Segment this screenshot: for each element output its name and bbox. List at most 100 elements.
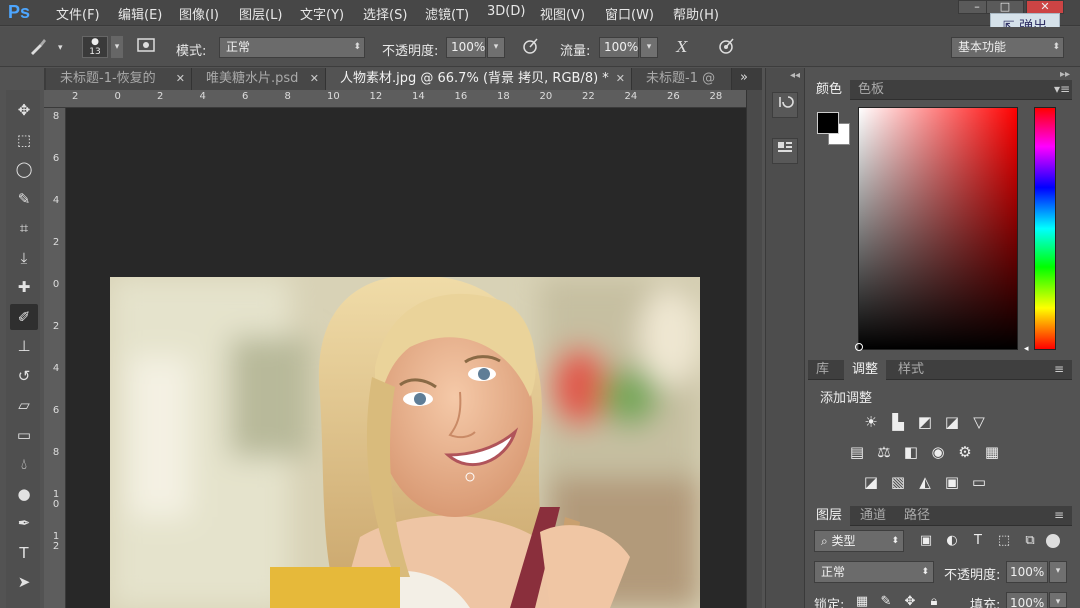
expand-panels-icon[interactable]: ▸▸ [1060,69,1070,80]
tab-styles[interactable]: 样式 [890,360,932,380]
filter-type-icon[interactable]: T [968,531,988,551]
menu-edit[interactable]: 编辑(E) [118,4,162,23]
portrait-photo[interactable] [110,277,700,608]
dodge-tool-icon[interactable]: ● [10,481,38,507]
menu-filter[interactable]: 滤镜(T) [425,4,469,23]
vibrance-icon[interactable]: ▽ [968,411,990,433]
tab-overflow-icon[interactable]: » [740,70,748,85]
menu-type[interactable]: 文字(Y) [300,4,344,23]
color-balance-icon[interactable]: ⚖ [873,441,895,463]
exposure-icon[interactable]: ◪ [941,411,963,433]
invert-icon[interactable]: ◪ [860,471,882,493]
layer-opacity-dropdown[interactable]: ▾ [1049,561,1067,583]
fill-dropdown[interactable]: ▾ [1049,592,1067,608]
eraser-tool-icon[interactable]: ▱ [10,392,38,418]
panel-menu-icon[interactable]: ≡ [1054,508,1064,522]
crop-tool-icon[interactable]: ⌗ [10,215,38,241]
tab-paths[interactable]: 路径 [896,506,938,526]
clone-stamp-tool-icon[interactable]: ⊥ [10,333,38,359]
menu-help[interactable]: 帮助(H) [673,4,719,23]
flow-input[interactable]: 100% [599,37,639,58]
chevron-down-icon[interactable]: ▾ [58,43,63,53]
color-picker-handle-icon[interactable] [855,343,863,351]
foreground-color-swatch[interactable] [817,112,839,134]
path-select-tool-icon[interactable]: ➤ [10,569,38,595]
tab-active-document[interactable]: 人物素材.jpg @ 66.7% (背景 拷贝, RGB/8) * ✕ [326,68,632,90]
mode-select[interactable]: 正常 ⬍ [219,37,365,58]
gradient-map-icon[interactable]: ▭ [968,471,990,493]
brush-panel-icon[interactable] [134,36,158,58]
filter-smart-object-icon[interactable]: ⧉ [1020,531,1040,551]
opacity-input[interactable]: 100% [446,37,486,58]
lock-all-icon[interactable]: 🔒︎ [924,592,944,608]
menu-view[interactable]: 视图(V) [540,4,585,23]
black-white-icon[interactable]: ◧ [900,441,922,463]
close-icon[interactable]: ✕ [616,68,625,89]
tab-psd-file[interactable]: 唯美糖水片.psd ✕ [192,68,326,90]
airbrush-icon[interactable]: Ⅹ [670,36,694,58]
tab-adjustments[interactable]: 调整 [844,360,887,380]
layer-filter-select[interactable]: ⌕ 类型 ⬍ [814,530,904,552]
layer-opacity-input[interactable]: 100% [1006,561,1048,583]
pen-tool-icon[interactable]: ✒ [10,510,38,536]
tab-channels[interactable]: 通道 [852,506,894,526]
menu-select[interactable]: 选择(S) [363,4,407,23]
tab-layers[interactable]: 图层 [808,506,851,526]
photo-filter-icon[interactable]: ◉ [927,441,949,463]
brush-tool-icon[interactable]: ✐ [10,303,38,330]
vertical-scrollbar[interactable] [746,90,762,608]
marquee-tool-icon[interactable]: ⬚ [10,127,38,153]
eyedropper-tool-icon[interactable]: ⤓ [10,245,38,271]
lock-pixels-icon[interactable]: ✎ [876,592,896,608]
blend-mode-select[interactable]: 正常 ⬍ [814,561,934,583]
history-brush-tool-icon[interactable]: ↺ [10,363,38,389]
fill-input[interactable]: 100% [1006,592,1048,608]
posterize-icon[interactable]: ▧ [887,471,909,493]
brush-size-picker[interactable]: ● 13 [82,36,108,58]
panel-menu-icon[interactable]: ≡ [1054,362,1064,376]
tab-color[interactable]: 颜色 [808,80,851,100]
brush-size-dropdown[interactable]: ▾ [111,36,123,58]
panel-menu-icon[interactable]: ▾≡ [1054,82,1070,96]
tab-untitled-recovered[interactable]: 未标题-1-恢复的 ✕ [46,68,192,90]
menu-window[interactable]: 窗口(W) [605,4,654,23]
hue-saturation-icon[interactable]: ▤ [846,441,868,463]
channel-mixer-icon[interactable]: ⚙ [954,441,976,463]
filter-adjustment-icon[interactable]: ◐ [942,531,962,551]
tab-libraries[interactable]: 库 [808,360,837,380]
filter-shape-icon[interactable]: ⬚ [994,531,1014,551]
filter-pixel-icon[interactable]: ▣ [916,531,936,551]
brush-preset-icon[interactable] [26,36,50,58]
curves-icon[interactable]: ◩ [914,411,936,433]
properties-panel-icon[interactable] [772,138,798,164]
pressure-opacity-icon[interactable] [518,36,542,58]
menu-image[interactable]: 图像(I) [179,4,219,23]
threshold-icon[interactable]: ◭ [914,471,936,493]
color-spectrum-field[interactable] [858,107,1018,350]
pressure-size-icon[interactable] [714,36,738,58]
hue-pointer-icon[interactable]: ◂ [1024,344,1029,354]
brightness-contrast-icon[interactable]: ☀ [860,411,882,433]
tab-swatches[interactable]: 色板 [850,80,892,100]
move-tool-icon[interactable]: ✥ [10,97,38,123]
menu-file[interactable]: 文件(F) [56,4,100,23]
history-panel-icon[interactable] [772,92,798,118]
blur-tool-icon[interactable]: 💧︎ [10,451,38,477]
hue-slider[interactable] [1034,107,1056,350]
collapse-dock-icon[interactable]: ◂◂ [790,70,800,81]
opacity-dropdown[interactable]: ▾ [487,37,505,58]
close-button[interactable]: ✕ [1026,0,1064,14]
flow-dropdown[interactable]: ▾ [640,37,658,58]
levels-icon[interactable]: ▙ [887,411,909,433]
workspace-select[interactable]: 基本功能 ⬍ [951,37,1064,58]
menu-3d[interactable]: 3D(D) [487,4,525,19]
lasso-tool-icon[interactable]: ◯ [10,156,38,182]
filter-toggle-switch[interactable] [1046,534,1060,548]
lock-transparent-icon[interactable]: ▦ [852,592,872,608]
close-icon[interactable]: ✕ [176,68,185,89]
lock-position-icon[interactable]: ✥ [900,592,920,608]
healing-brush-tool-icon[interactable]: ✚ [10,274,38,300]
gradient-tool-icon[interactable]: ▭ [10,422,38,448]
close-icon[interactable]: ✕ [310,68,319,89]
color-lookup-icon[interactable]: ▦ [981,441,1003,463]
